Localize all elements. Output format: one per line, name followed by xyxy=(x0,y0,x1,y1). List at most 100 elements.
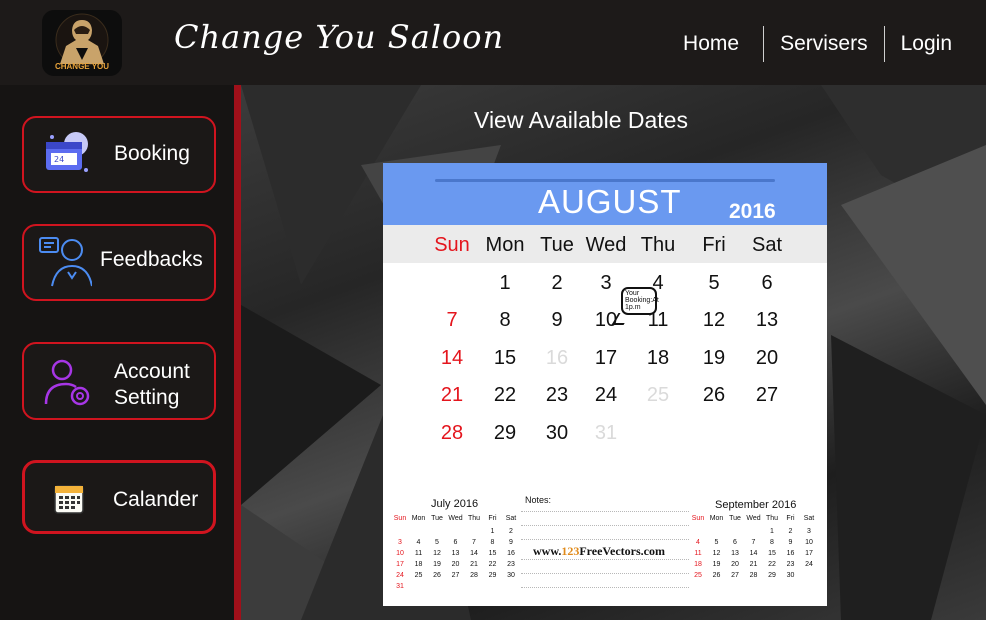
sidebar-item-feedbacks[interactable]: Feedbacks xyxy=(22,224,216,301)
mini-day: 6 xyxy=(733,539,737,546)
calendar-day[interactable]: 22 xyxy=(483,384,527,407)
mini-day: 25 xyxy=(694,572,702,579)
mini-weekday: Sun xyxy=(691,515,705,522)
mini-day: 20 xyxy=(731,561,739,568)
sidebar-item-calander[interactable]: Calander xyxy=(22,460,216,534)
mini-day: 13 xyxy=(731,550,739,557)
weekday-label: Thu xyxy=(640,234,676,256)
mini-day: 24 xyxy=(396,572,404,579)
mini-day: 7 xyxy=(751,539,756,546)
sidebar-item-label: Calander xyxy=(113,488,199,511)
notes-line xyxy=(521,539,689,540)
calendar-day[interactable]: 30 xyxy=(535,422,579,445)
sidebar-item-booking[interactable]: 24 Booking xyxy=(22,116,216,193)
mini-day: 12 xyxy=(433,550,441,557)
weekday-label: Wed xyxy=(585,234,627,256)
mini-day: 3 xyxy=(398,539,402,546)
mini-day: 29 xyxy=(768,572,776,579)
sidebar-item-label: Feedbacks xyxy=(100,248,203,271)
mini-day: 22 xyxy=(488,561,497,568)
notes-line xyxy=(521,511,689,512)
calendar-day[interactable]: 24 xyxy=(584,384,628,407)
calendar-day: 16 xyxy=(545,347,569,369)
calendar-day[interactable]: 2 xyxy=(535,272,579,295)
calendar-day[interactable]: 15 xyxy=(483,347,527,370)
nav-divider xyxy=(883,26,885,62)
calendar-icon xyxy=(54,485,84,514)
calendar-day[interactable]: 21 xyxy=(430,384,474,407)
mini-day: 17 xyxy=(396,561,404,568)
mini-day: 22 xyxy=(768,561,776,568)
mini-weekday: Fri xyxy=(488,515,497,522)
calendar-day[interactable]: 18 xyxy=(636,347,680,370)
watermark-prefix: www. xyxy=(533,544,562,558)
mini-day: 4 xyxy=(416,539,421,546)
watermark-suffix: FreeVectors.com xyxy=(579,544,665,558)
mini-day: 15 xyxy=(488,550,497,557)
mini-day: 21 xyxy=(749,561,758,568)
mini-weekday: Tue xyxy=(729,515,741,522)
calendar-day: 31 xyxy=(594,422,618,444)
calendar-day[interactable]: 14 xyxy=(430,347,474,370)
mini-day: 9 xyxy=(509,539,513,546)
calendar-day[interactable]: 19 xyxy=(692,347,736,370)
svg-text:24: 24 xyxy=(54,155,64,164)
booking-note[interactable]: Your Booking:At 1p.m xyxy=(621,287,659,315)
calendar-day[interactable]: 23 xyxy=(535,384,579,407)
calendar-day[interactable]: 7 xyxy=(430,309,474,332)
notes-line xyxy=(521,587,689,588)
mini-day: 14 xyxy=(470,550,478,557)
calendar-day[interactable]: 9 xyxy=(535,309,579,332)
calendar-day[interactable]: 6 xyxy=(745,272,789,295)
mini-day: 13 xyxy=(451,550,460,557)
mini-day: 10 xyxy=(396,550,404,557)
nav-home-link[interactable]: Home xyxy=(683,32,739,56)
watermark: www.123FreeVectors.com xyxy=(533,544,665,559)
notes-line xyxy=(521,525,689,526)
watermark-number: 123 xyxy=(561,544,580,558)
calendar-day[interactable]: 12 xyxy=(692,309,736,332)
august-calendar: AUGUST 2016 Sun Mon Tue Wed Thu Fri Sat 123456… xyxy=(383,163,827,606)
mini-day: 28 xyxy=(749,572,758,579)
mini-day: 18 xyxy=(414,561,423,568)
mini-day: 5 xyxy=(435,539,439,546)
calendar-day[interactable]: 28 xyxy=(430,422,474,445)
salon-logo[interactable]: CHANGE YOU xyxy=(42,10,122,76)
calendar-day[interactable]: 13 xyxy=(745,309,789,332)
mini-weekday: Sun xyxy=(393,515,407,522)
sidebar-item-label: Booking xyxy=(114,142,190,165)
mini-day: 15 xyxy=(768,550,776,557)
calendar-day[interactable]: 29 xyxy=(483,422,527,445)
nav-login-link[interactable]: Login xyxy=(901,32,952,56)
mini-day: 28 xyxy=(470,572,478,579)
mini-day: 8 xyxy=(490,539,495,546)
mini-day: 10 xyxy=(805,539,813,546)
mini-day: 1 xyxy=(770,528,774,535)
calendar-day[interactable]: 20 xyxy=(745,347,789,370)
nav-services-link[interactable]: Servisers xyxy=(780,32,868,56)
mini-day: 7 xyxy=(472,539,476,546)
account-label-line2: Setting xyxy=(114,386,180,409)
top-nav: Home Servisers Login xyxy=(683,26,952,62)
booking-icon: 24 xyxy=(46,132,88,172)
mini-day: 9 xyxy=(788,539,793,546)
prev-month-title: July 2016 xyxy=(431,498,479,510)
calendar-day[interactable]: 17 xyxy=(584,347,628,370)
mini-day: 27 xyxy=(451,572,460,579)
sidebar-item-account-setting[interactable]: Account Setting xyxy=(22,342,216,420)
mini-day: 11 xyxy=(414,550,423,557)
feedback-icon xyxy=(39,237,92,287)
mini-day: 2 xyxy=(788,528,793,535)
mini-day: 11 xyxy=(694,550,702,557)
mini-day: 18 xyxy=(694,561,702,568)
mini-weekday: Wed xyxy=(746,515,761,522)
mini-day: 6 xyxy=(453,539,458,546)
mini-weekday: Fri xyxy=(786,515,795,522)
calendar-day[interactable]: 8 xyxy=(483,309,527,332)
calendar-day[interactable]: 1 xyxy=(483,272,527,295)
weekday-label: Sat xyxy=(751,234,783,256)
mini-weekday: Thu xyxy=(765,515,779,522)
calendar-day[interactable]: 27 xyxy=(745,384,789,407)
calendar-day[interactable]: 5 xyxy=(692,272,736,295)
calendar-day[interactable]: 26 xyxy=(692,384,736,407)
